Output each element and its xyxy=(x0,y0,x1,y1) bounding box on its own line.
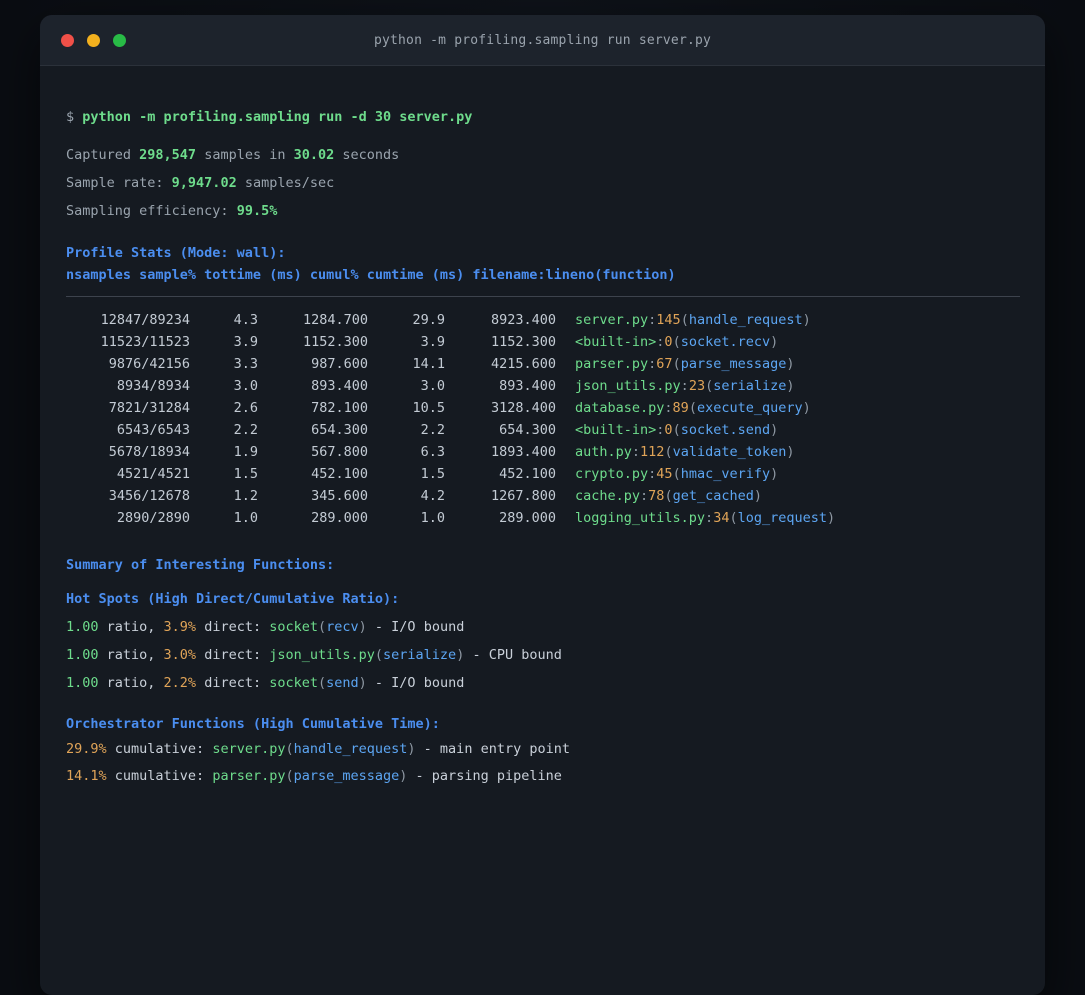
function-location: database.py:89(execute_query) xyxy=(575,400,811,416)
close-icon[interactable] xyxy=(61,33,74,47)
table-row: 2890/2890 1.0 289.000 1.0 289.000 logging_uti… xyxy=(66,507,1020,529)
table-header: nsamples sample% tottime (ms) cumul% cum… xyxy=(66,267,676,283)
titlebar: python -m profiling.sampling run server.… xyxy=(40,15,1045,66)
captured-stat: Captured 298,547 samples in 30.02 second… xyxy=(66,147,400,163)
orchestrator-heading: Orchestrator Functions (High Cumulative … xyxy=(66,716,440,732)
table-row: 8934/8934 3.0 893.400 3.0 893.400 json_utils.… xyxy=(66,375,1020,397)
function-location: <built-in>:0(socket.send) xyxy=(575,422,779,438)
window-title: python -m profiling.sampling run server.… xyxy=(373,32,712,48)
function-location: logging_utils.py:34(log_request) xyxy=(575,510,836,526)
sample-rate-stat: Sample rate: 9,947.02 samples/sec xyxy=(66,175,335,191)
hot-spot-line: 1.00 ratio, 3.9% direct: socket(recv) - … xyxy=(66,619,465,635)
function-location: server.py:145(handle_request) xyxy=(575,312,811,328)
summary-heading: Summary of Interesting Functions: xyxy=(66,557,335,573)
hot-spot-line: 1.00 ratio, 2.2% direct: socket(send) - … xyxy=(66,675,465,691)
command-line: $ python -m profiling.sampling run -d 30… xyxy=(66,109,473,125)
function-location: auth.py:112(validate_token) xyxy=(575,444,795,460)
sampling-efficiency-stat: Sampling efficiency: 99.5% xyxy=(66,203,278,219)
orchestrator-line: 14.1% cumulative: parser.py(parse_messag… xyxy=(66,768,562,784)
table-row: 4521/4521 1.5 452.100 1.5 452.100 crypto.py:4… xyxy=(66,463,1020,485)
hot-spots-heading: Hot Spots (High Direct/Cumulative Ratio)… xyxy=(66,591,400,607)
table-row: 5678/18934 1.9 567.800 6.3 1893.400 auth.py:1… xyxy=(66,441,1020,463)
function-location: crypto.py:45(hmac_verify) xyxy=(575,466,779,482)
window-controls xyxy=(61,33,126,47)
table-row: 6543/6543 2.2 654.300 2.2 654.300 <built-in>:… xyxy=(66,419,1020,441)
stats-table-rows: 12847/89234 4.3 1284.700 29.9 8923.400 server… xyxy=(66,309,1020,529)
table-row: 11523/11523 3.9 1152.300 3.9 1152.300 <built-… xyxy=(66,331,1020,353)
function-location: cache.py:78(get_cached) xyxy=(575,488,762,504)
table-divider xyxy=(66,296,1020,297)
profile-stats-heading: Profile Stats (Mode: wall): xyxy=(66,245,286,261)
table-row: 7821/31284 2.6 782.100 10.5 3128.400 database… xyxy=(66,397,1020,419)
table-row: 12847/89234 4.3 1284.700 29.9 8923.400 server… xyxy=(66,309,1020,331)
terminal-body: $ python -m profiling.sampling run -d 30… xyxy=(40,66,1045,787)
function-location: parser.py:67(parse_message) xyxy=(575,356,795,372)
table-row: 9876/42156 3.3 987.600 14.1 4215.600 parser.p… xyxy=(66,353,1020,375)
orchestrator-line: 29.9% cumulative: server.py(handle_reque… xyxy=(66,741,570,757)
terminal-window: python -m profiling.sampling run server.… xyxy=(40,15,1045,995)
minimize-icon[interactable] xyxy=(87,33,100,47)
hot-spot-line: 1.00 ratio, 3.0% direct: json_utils.py(s… xyxy=(66,647,562,663)
maximize-icon[interactable] xyxy=(113,33,126,47)
function-location: json_utils.py:23(serialize) xyxy=(575,378,795,394)
table-row: 3456/12678 1.2 345.600 4.2 1267.800 cache.py:… xyxy=(66,485,1020,507)
function-location: <built-in>:0(socket.recv) xyxy=(575,334,779,350)
